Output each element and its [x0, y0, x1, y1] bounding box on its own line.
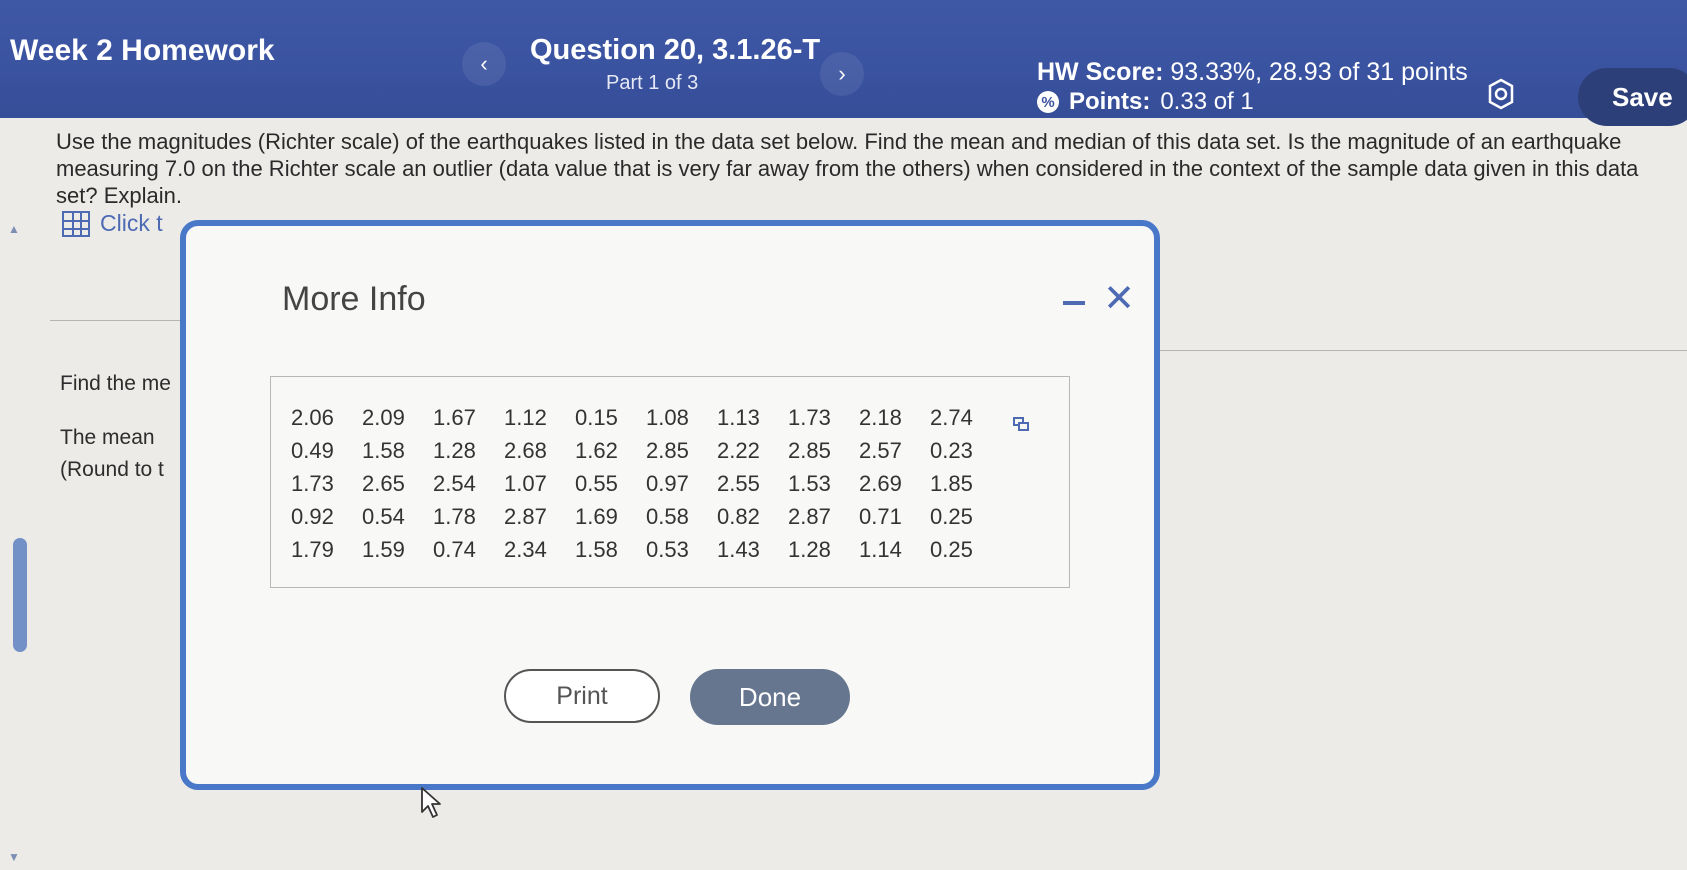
table-cell: 0.25 [930, 536, 973, 562]
table-cell: 1.13 [717, 404, 760, 430]
save-button[interactable]: Save [1578, 68, 1687, 126]
table-cell: 0.55 [575, 470, 618, 496]
table-cell: 1.43 [717, 536, 760, 562]
table-cell: 2.74 [930, 404, 973, 430]
assignment-title: Week 2 Homework [10, 34, 275, 67]
table-cell: 0.49 [291, 437, 334, 463]
close-icon: ✕ [1103, 277, 1135, 320]
table-cell: 1.67 [433, 404, 476, 430]
table-cell: 2.54 [433, 470, 476, 496]
data-set-table: 2.06 2.09 1.67 1.12 0.15 1.08 1.13 1.73 2.18 2.74… [291, 401, 1001, 566]
table-cell: 2.68 [504, 437, 547, 463]
table-cell: 1.58 [362, 437, 405, 463]
hw-score-value: 93.33%, 28.93 of 31 points [1170, 58, 1468, 86]
question-text: Use the magnitudes (Richter scale) of th… [56, 129, 1639, 208]
close-button[interactable]: ✕ [1101, 277, 1137, 320]
question-title: Question 20, 3.1.26-T [530, 34, 821, 66]
table-cell: 1.08 [646, 404, 689, 430]
find-mean-text: Find the me [60, 372, 171, 395]
minimize-button[interactable] [1058, 288, 1090, 318]
more-info-dialog: More Info ✕ 2.06 2.09 1.67 1.12 0.15 1.08 1.13… [180, 220, 1160, 790]
table-cell: 0.23 [930, 437, 973, 463]
gear-icon [1488, 78, 1514, 110]
table-cell: 0.71 [859, 503, 902, 529]
next-question-button[interactable]: › [820, 52, 864, 96]
table-cell: 0.15 [575, 404, 618, 430]
hw-score: HW Score: 93.33%, 28.93 of 31 points [1037, 58, 1468, 87]
table-cell: 0.25 [930, 503, 973, 529]
chevron-left-icon: ‹ [480, 51, 488, 76]
table-cell: 0.54 [362, 503, 405, 529]
table-row: 1.73 2.65 2.54 1.07 0.55 0.97 2.55 1.53 2.69 1.85 [291, 467, 1001, 500]
minimize-icon [1063, 301, 1085, 305]
done-button[interactable]: Done [690, 669, 850, 725]
table-row: 1.79 1.59 0.74 2.34 1.58 0.53 1.43 1.28 1.14 0.25 [291, 533, 1001, 566]
table-cell: 2.06 [291, 404, 334, 430]
hw-score-label: HW Score: [1037, 58, 1164, 86]
table-cell: 2.09 [362, 404, 405, 430]
table-cell: 1.73 [788, 404, 831, 430]
table-cell: 1.59 [362, 536, 405, 562]
divider [1160, 350, 1687, 351]
divider [50, 320, 180, 321]
scroll-down-arrow-icon[interactable]: ▼ [8, 850, 20, 864]
table-cell: 1.53 [788, 470, 831, 496]
table-cell: 2.34 [504, 536, 547, 562]
mean-prompt-text: The mean [60, 426, 155, 449]
table-cell: 2.87 [504, 503, 547, 529]
table-cell: 2.65 [362, 470, 405, 496]
print-button[interactable]: Print [504, 669, 660, 723]
table-cell: 1.58 [575, 536, 618, 562]
table-cell: 2.87 [788, 503, 831, 529]
table-cell: 0.82 [717, 503, 760, 529]
table-cell: 1.07 [504, 470, 547, 496]
scroll-up-arrow-icon[interactable]: ▲ [8, 222, 20, 236]
previous-question-button[interactable]: ‹ [462, 42, 506, 86]
data-set-box: 2.06 2.09 1.67 1.12 0.15 1.08 1.13 1.73 2.18 2.74… [270, 376, 1070, 588]
table-row: 0.49 1.58 1.28 2.68 1.62 2.85 2.22 2.85 2.57 0.23 [291, 434, 1001, 467]
table-cell: 1.12 [504, 404, 547, 430]
settings-button[interactable] [1483, 76, 1519, 112]
data-table-icon [62, 210, 90, 237]
data-set-link[interactable]: Click t [62, 210, 163, 237]
table-cell: 1.79 [291, 536, 334, 562]
header-bar: Week 2 Homework ‹ Question 20, 3.1.26-T … [0, 0, 1687, 126]
table-cell: 1.69 [575, 503, 618, 529]
points: % Points: 0.33 of 1 [1037, 88, 1254, 116]
points-label: Points: [1069, 88, 1151, 115]
table-cell: 2.22 [717, 437, 760, 463]
copy-icon-back [1018, 422, 1029, 431]
mouse-cursor-icon [421, 787, 441, 818]
table-cell: 2.57 [859, 437, 902, 463]
question-part: Part 1 of 3 [606, 72, 699, 94]
table-cell: 0.58 [646, 503, 689, 529]
partial-credit-icon: % [1037, 91, 1059, 113]
points-value: 0.33 of 1 [1160, 88, 1254, 115]
table-cell: 0.53 [646, 536, 689, 562]
table-cell: 1.28 [788, 536, 831, 562]
table-cell: 2.85 [788, 437, 831, 463]
scrollbar-thumb[interactable] [13, 538, 27, 652]
table-cell: 0.74 [433, 536, 476, 562]
table-cell: 2.69 [859, 470, 902, 496]
chevron-right-icon: › [838, 61, 846, 86]
table-cell: 1.78 [433, 503, 476, 529]
copy-data-button[interactable] [1013, 417, 1029, 431]
table-cell: 0.97 [646, 470, 689, 496]
table-cell: 1.73 [291, 470, 334, 496]
table-row: 0.92 0.54 1.78 2.87 1.69 0.58 0.82 2.87 0.71 0.25 [291, 500, 1001, 533]
table-cell: 1.62 [575, 437, 618, 463]
table-cell: 2.18 [859, 404, 902, 430]
table-cell: 1.28 [433, 437, 476, 463]
dialog-title: More Info [282, 280, 426, 318]
table-cell: 0.92 [291, 503, 334, 529]
round-instruction-text: (Round to t [60, 458, 164, 481]
table-cell: 1.85 [930, 470, 973, 496]
table-cell: 2.85 [646, 437, 689, 463]
table-row: 2.06 2.09 1.67 1.12 0.15 1.08 1.13 1.73 2.18 2.74 [291, 401, 1001, 434]
data-set-link-text: Click t [100, 210, 163, 236]
table-cell: 2.55 [717, 470, 760, 496]
table-cell: 1.14 [859, 536, 902, 562]
